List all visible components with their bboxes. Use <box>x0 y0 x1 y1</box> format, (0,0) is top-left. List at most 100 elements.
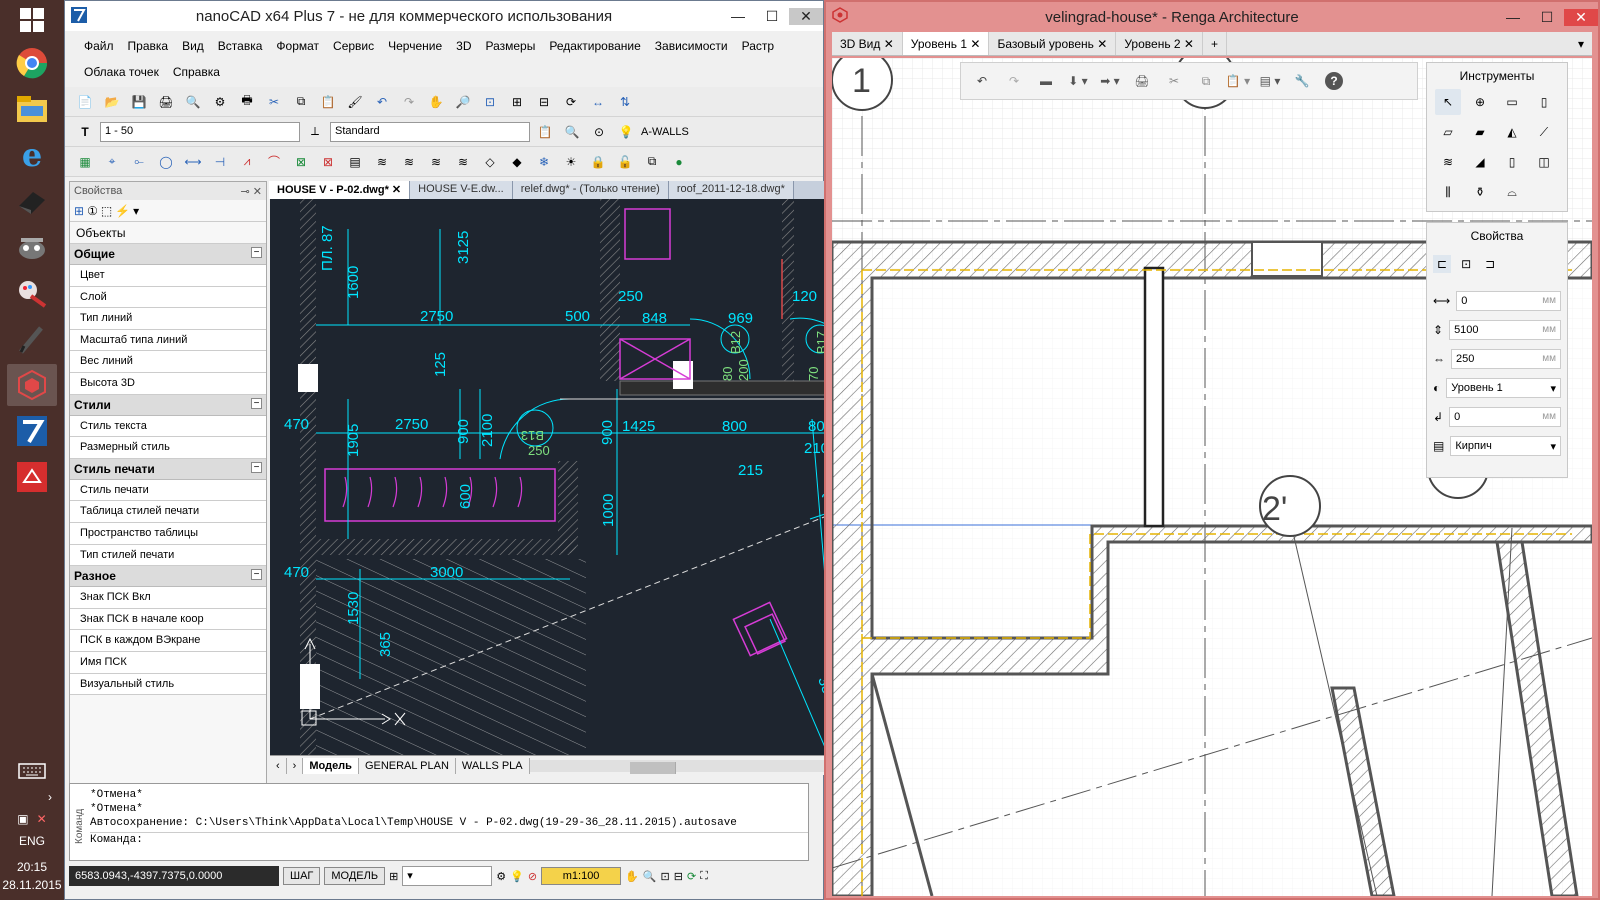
internet-explorer-icon[interactable]: e <box>7 134 57 176</box>
layer-off-icon[interactable]: ◆ <box>505 150 529 174</box>
layer-states-icon[interactable]: ▦ <box>73 150 97 174</box>
regen-status-icon[interactable]: ⟳ <box>687 870 696 883</box>
column-tool-icon[interactable]: ▯ <box>1531 89 1557 115</box>
renga-icon[interactable] <box>7 364 57 406</box>
pan-icon[interactable]: ✋ <box>424 90 448 114</box>
copy-icon[interactable]: ⧉ <box>1193 69 1219 93</box>
props-item[interactable]: ПСК в каждом ВЭкране <box>70 630 266 652</box>
table-edit-icon[interactable]: ▤ <box>343 150 367 174</box>
measure-icon[interactable]: ↔ <box>586 90 610 114</box>
align-center-icon[interactable]: ⊡ <box>1457 255 1475 273</box>
doc-tab-roof[interactable]: roof_2011-12-18.dwg* <box>668 181 794 199</box>
table-excel-icon[interactable]: ⊠ <box>289 150 313 174</box>
tab-level-1[interactable]: Уровень 1 ✕ <box>902 32 990 55</box>
layer-combo[interactable]: A-WALLS <box>641 126 689 138</box>
match-properties-icon[interactable]: 🖌 <box>343 90 367 114</box>
scale-combo[interactable]: 1 - 50 <box>100 121 300 142</box>
layer-thaw-icon[interactable]: ☀ <box>559 150 583 174</box>
horizontal-scrollbar[interactable] <box>529 759 868 774</box>
plot-icon[interactable]: 🖶 <box>235 90 259 114</box>
menu-modify[interactable]: Редактирование <box>542 31 647 59</box>
new-file-icon[interactable]: 📄 <box>73 90 97 114</box>
lock-icon[interactable]: ⊘ <box>528 870 537 883</box>
layer-lock-icon[interactable]: 🔒 <box>586 150 610 174</box>
chrome-icon[interactable] <box>7 42 57 84</box>
tab-level-2[interactable]: Уровень 2 ✕ <box>1116 32 1203 55</box>
plumbing-tool-icon[interactable]: ⚱ <box>1467 179 1493 205</box>
layer-properties-icon[interactable]: 📋 <box>533 120 557 144</box>
open-icon[interactable]: ⬇ ▾ <box>1065 69 1091 93</box>
cmd-prompt[interactable]: Команда: <box>90 832 808 847</box>
add-object-icon[interactable]: ⊞ <box>74 204 84 218</box>
cut-icon[interactable]: ✂ <box>1161 69 1187 93</box>
props-item[interactable]: Слой <box>70 286 266 309</box>
props-item[interactable]: Таблица стилей печати <box>70 501 266 523</box>
layer-merge-icon[interactable]: ⧉ <box>640 150 664 174</box>
print-icon[interactable]: 🖨 <box>1129 69 1155 93</box>
menu-constraints[interactable]: Зависимости <box>648 31 735 59</box>
text-style-icon[interactable]: T <box>73 120 97 144</box>
level-select[interactable]: Уровень 1 ▾ <box>1446 377 1561 398</box>
toggle-pickadd-icon[interactable]: ① <box>87 204 98 218</box>
zoom-prev-status-icon[interactable]: ⊟ <box>674 870 683 883</box>
thickness-field[interactable]: 250 мм <box>1451 348 1561 369</box>
layer-3-icon[interactable]: ≋ <box>424 150 448 174</box>
layer-on-icon[interactable]: ◇ <box>478 150 502 174</box>
tray-expand-icon[interactable]: › <box>48 790 52 804</box>
layer-1-icon[interactable]: ≋ <box>370 150 394 174</box>
settings-wrench-icon[interactable]: 🔧 <box>1289 69 1315 93</box>
view-options-icon[interactable]: ▤ ▾ <box>1257 69 1283 93</box>
language-indicator[interactable]: ENG <box>19 834 45 848</box>
level-offset-field[interactable]: 0 мм <box>1449 406 1561 427</box>
quick-select-icon[interactable]: ⚡ <box>115 204 130 218</box>
layout-tab-model[interactable]: Модель <box>303 757 359 774</box>
table-delete-icon[interactable]: ⊠ <box>316 150 340 174</box>
layer-4-icon[interactable]: ≋ <box>451 150 475 174</box>
menu-service[interactable]: Сервис <box>326 31 381 59</box>
align-left-icon[interactable]: ⊏ <box>1433 254 1452 273</box>
pan-status-icon[interactable]: ✋ <box>625 870 639 883</box>
ramp-tool-icon[interactable]: ◢ <box>1467 149 1493 175</box>
fullscreen-icon[interactable]: ⛶ <box>700 870 708 883</box>
zoom-window-icon[interactable]: ⊡ <box>478 90 502 114</box>
arc-icon[interactable]: ⌒ <box>262 150 286 174</box>
filter-icon[interactable]: ▾ <box>133 204 139 218</box>
props-item[interactable]: Имя ПСК <box>70 651 266 674</box>
scale-button[interactable]: m1:100 <box>541 867 622 885</box>
doc-tab-house-p02[interactable]: HOUSE V - P-02.dwg* ✕ <box>269 181 411 199</box>
sketch-icon[interactable] <box>7 456 57 498</box>
minimize-button[interactable]: — <box>721 8 755 25</box>
tray-icons[interactable]: ▣ ✕ <box>17 812 46 826</box>
zoom-previous-icon[interactable]: ⊟ <box>532 90 556 114</box>
props-item[interactable]: Тип линий <box>70 308 266 330</box>
doc-tab-relef[interactable]: relef.dwg* - (Только чтение) <box>512 181 669 199</box>
tab-base-level[interactable]: Базовый уровень ✕ <box>989 32 1117 55</box>
add-tab-button[interactable]: + <box>1203 32 1227 55</box>
props-item[interactable]: Высота 3D <box>70 372 266 395</box>
props-item[interactable]: Стиль печати <box>70 479 266 502</box>
save-icon[interactable]: ➡ ▾ <box>1097 69 1123 93</box>
file-explorer-icon[interactable] <box>7 88 57 130</box>
door-tool-icon[interactable]: ▯ <box>1499 149 1525 175</box>
opening-tool-icon[interactable]: ⌓ <box>1499 179 1525 205</box>
props-item[interactable]: Тип стилей печати <box>70 544 266 567</box>
dim-style-icon[interactable]: ⟂ <box>303 120 327 144</box>
paste-icon[interactable]: 📋 ▾ <box>1225 69 1251 93</box>
orbit-icon[interactable]: ⇅ <box>613 90 637 114</box>
cad-drawing-area[interactable]: ПЛ. 87 1600 3125 2750 500 848 969 120 14… <box>270 199 868 755</box>
polyline-icon[interactable]: ⩘ <box>235 150 259 174</box>
height-field[interactable]: 5100 мм <box>1449 319 1561 340</box>
renga-canvas[interactable]: 1 2' ↶ ↷ ▬ ⬇ ▾ ➡ ▾ 🖨 ✂ ⧉ 📋 ▾ ▤ ▾ 🔧 ? Инс… <box>832 58 1592 896</box>
renga-minimize-button[interactable]: — <box>1496 9 1530 26</box>
redo-icon[interactable]: ↷ <box>397 90 421 114</box>
layout-tab-walls-plan[interactable]: WALLS PLA <box>456 757 530 774</box>
keyboard-icon[interactable] <box>18 763 46 782</box>
panel-close-icon[interactable]: ✕ <box>253 186 262 198</box>
collapse-icon[interactable]: − <box>251 247 262 258</box>
line-tool-icon[interactable]: ⟋ <box>1531 119 1557 145</box>
zoom-window-status-icon[interactable]: ⊡ <box>661 870 670 883</box>
help-icon[interactable]: ? <box>1321 69 1347 93</box>
beam-tool-icon[interactable]: ▰ <box>1467 119 1493 145</box>
snap-icon[interactable]: ⌖ <box>100 150 124 174</box>
undo-icon[interactable]: ↶ <box>370 90 394 114</box>
